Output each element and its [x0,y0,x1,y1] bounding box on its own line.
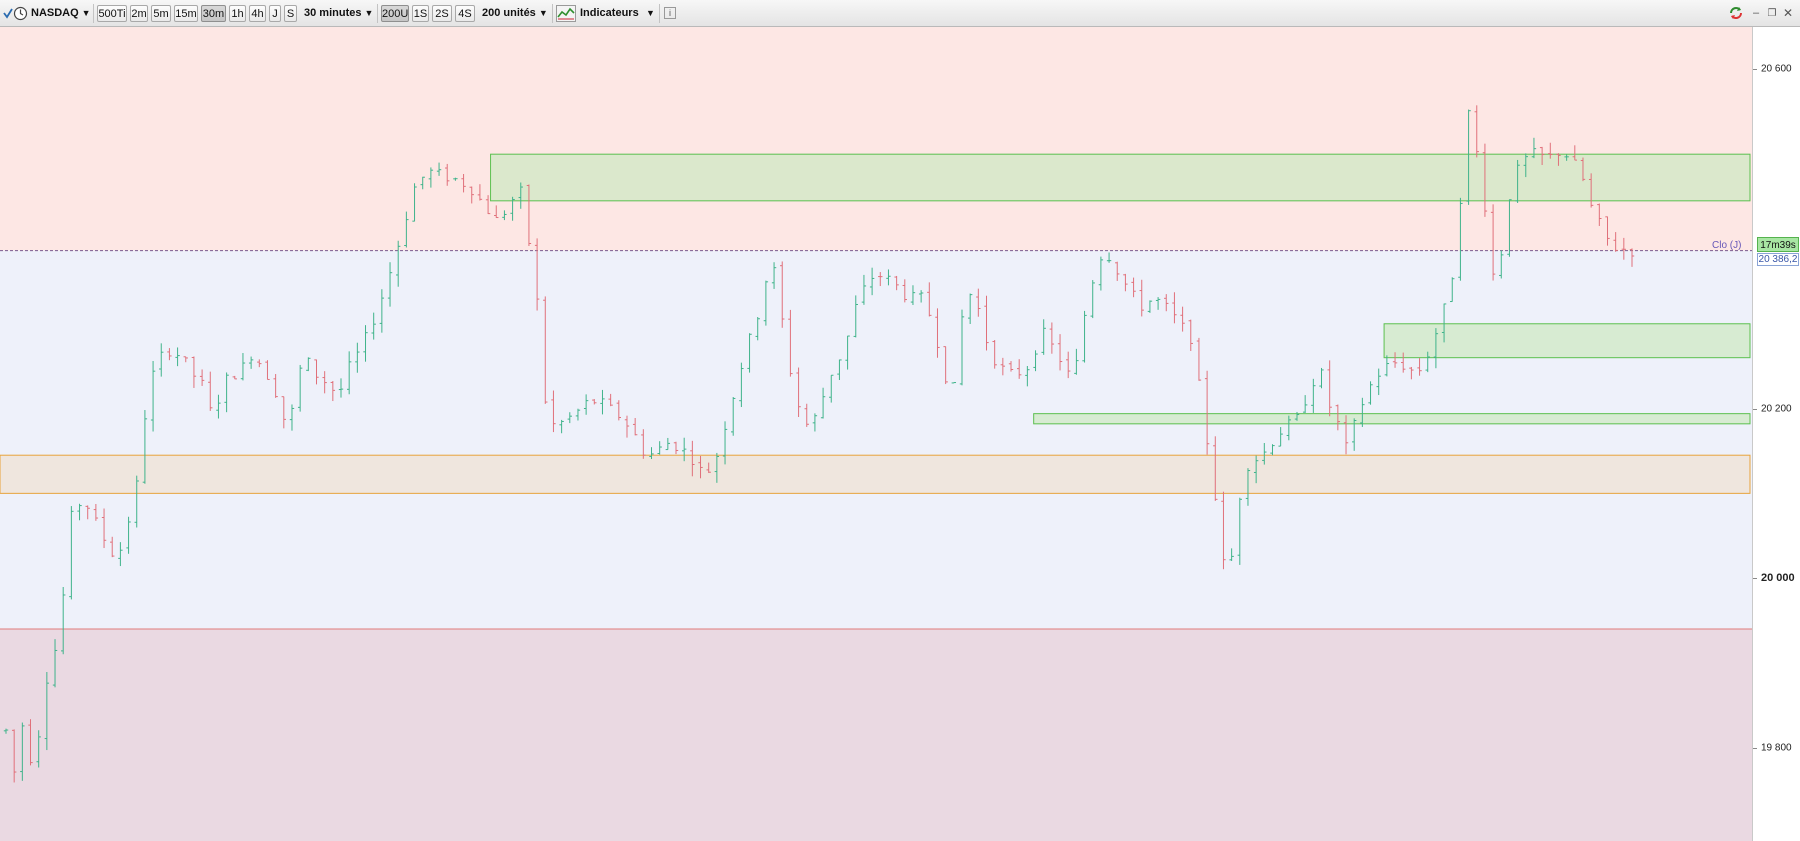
price-axis[interactable]: 20 600 20 200 20 000 19 800 [1752,27,1800,841]
axis-tick-mark [1753,578,1757,580]
instrument-name: NASDAQ [31,7,79,19]
candle-timer-badge: 17m39s [1757,237,1799,252]
axis-tick-mark [1753,408,1757,410]
axis-tick-mark [1753,69,1757,71]
range-1s-button[interactable]: 1S [412,5,429,22]
toolbar-divider [377,4,378,23]
lower-support-zone [1033,413,1751,425]
units-select[interactable]: 200 unités ▼ [482,5,548,22]
units-select-value: 200 unités [482,7,536,19]
timeframe-select[interactable]: 30 minutes ▼ [304,5,373,22]
timeframe-week-button[interactable]: S [284,5,297,22]
upper-resistance-zone [490,153,1751,202]
axis-tick-label: 20 200 [1761,403,1792,415]
instrument-selector[interactable]: NASDAQ ▼ [31,5,91,22]
range-2s-button[interactable]: 2S [432,5,452,22]
toolbar-divider [93,4,94,23]
indicators-icon[interactable] [556,5,576,22]
chevron-down-icon: ▼ [538,8,548,18]
axis-tick-label: 20 000 [1761,572,1795,585]
restore-icon[interactable]: ❐ [1766,5,1778,22]
mid-support-zone [1383,323,1751,359]
middle-band [0,250,1752,630]
timeframe-15m-button[interactable]: 15m [174,5,198,22]
indicators-label: Indicateurs [580,7,639,19]
chevron-down-icon[interactable]: ▼ [646,5,656,22]
clock-icon[interactable] [13,6,28,21]
timeframe-30m-button[interactable]: 30m [201,5,226,22]
range-4s-button[interactable]: 4S [455,5,475,22]
upper-band [0,27,1752,251]
timeframe-5m-button[interactable]: 5m [151,5,171,22]
chevron-down-icon: ▼ [81,8,91,18]
range-200u-button[interactable]: 200U [381,5,409,22]
chevron-down-icon: ▼ [364,8,374,18]
candlestick-chart-svg [0,27,1752,841]
axis-tick-label: 19 800 [1761,742,1792,754]
demand-zone [0,454,1751,494]
timeframe-1h-button[interactable]: 1h [229,5,246,22]
axis-tick-label: 20 600 [1761,63,1792,75]
chart-toolbar: NASDAQ ▼ 500Ti 2m 5m 15m 30m 1h 4h J S 30… [0,0,1800,27]
lower-band [0,629,1752,841]
refresh-icon[interactable] [1728,5,1744,21]
info-icon[interactable]: i [664,7,676,19]
indicators-menu[interactable]: Indicateurs [580,5,639,22]
toolbar-divider [659,4,660,23]
timeframe-2m-button[interactable]: 2m [130,5,148,22]
minimize-icon[interactable]: – [1750,5,1762,22]
price-chart[interactable] [0,27,1752,841]
close-icon[interactable]: ✕ [1782,5,1794,22]
timeframe-select-value: 30 minutes [304,7,362,19]
tick-500-button[interactable]: 500Ti [97,5,127,22]
timeframe-4h-button[interactable]: 4h [249,5,266,22]
close-line-label: Clo (J) [1712,240,1742,251]
toolbar-divider [552,4,553,23]
timeframe-day-button[interactable]: J [269,5,281,22]
axis-tick-mark [1753,747,1757,749]
last-price-badge: 20 386,2 [1757,253,1799,266]
